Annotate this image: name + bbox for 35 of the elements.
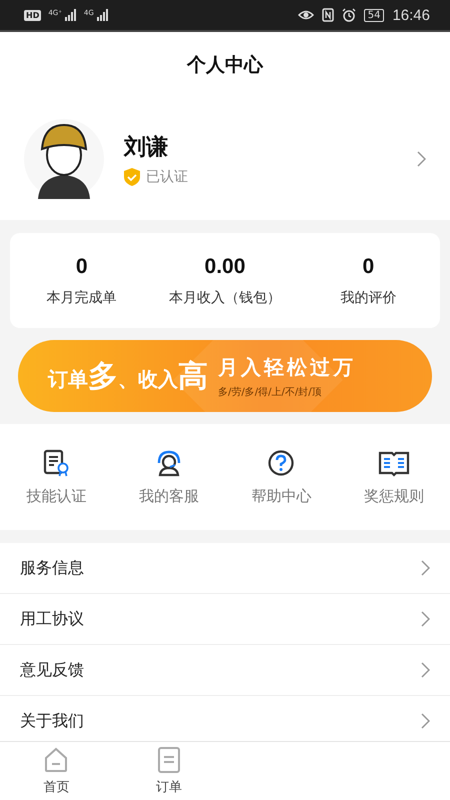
chevron-right-icon [421, 662, 430, 678]
page-title: 个人中心 [187, 53, 263, 78]
clock: 16:46 [392, 6, 430, 24]
signal-icon [64, 9, 77, 21]
stat-label: 本月完成单 [46, 288, 117, 306]
battery-level: 54 [364, 8, 384, 22]
shortcut-button[interactable]: 奖惩规则 [338, 448, 450, 506]
chevron-right-icon[interactable] [417, 151, 426, 167]
user-name: 刘谦 [124, 134, 169, 162]
certificate-icon [42, 448, 70, 476]
signal-icon [96, 9, 109, 21]
document-icon [156, 746, 181, 772]
stat-value: 0 [362, 254, 374, 278]
stat-label: 我的评价 [340, 288, 396, 306]
banner-tagline: 多/劳/多/得/上/不/封/顶 [218, 386, 323, 398]
shortcut-button[interactable]: 帮助中心 [225, 448, 338, 506]
shortcut-button[interactable]: 我的客服 [112, 448, 225, 506]
tab[interactable]: 首页 [0, 746, 112, 796]
chevron-right-icon [421, 713, 430, 729]
alarm-icon [342, 8, 356, 22]
banner-slogan: 月入轻松过万 [218, 354, 356, 380]
banner-headline: 订单多、收入高 [48, 358, 208, 396]
nfc-icon [322, 8, 334, 22]
stat-value: 0.00 [204, 254, 246, 278]
stat-label: 本月收入（钱包） [168, 288, 281, 306]
house-icon [43, 746, 70, 772]
shortcut-button[interactable]: 技能认证 [0, 448, 112, 506]
chevron-right-icon [421, 560, 430, 576]
chevron-right-icon [421, 611, 430, 627]
help-icon [267, 448, 296, 476]
tab[interactable]: 订单 [112, 746, 225, 796]
verified-label: 已认证 [146, 168, 188, 186]
eye-icon [298, 9, 314, 21]
hd-indicator: HD [24, 10, 42, 20]
stat-value: 0 [76, 254, 88, 278]
